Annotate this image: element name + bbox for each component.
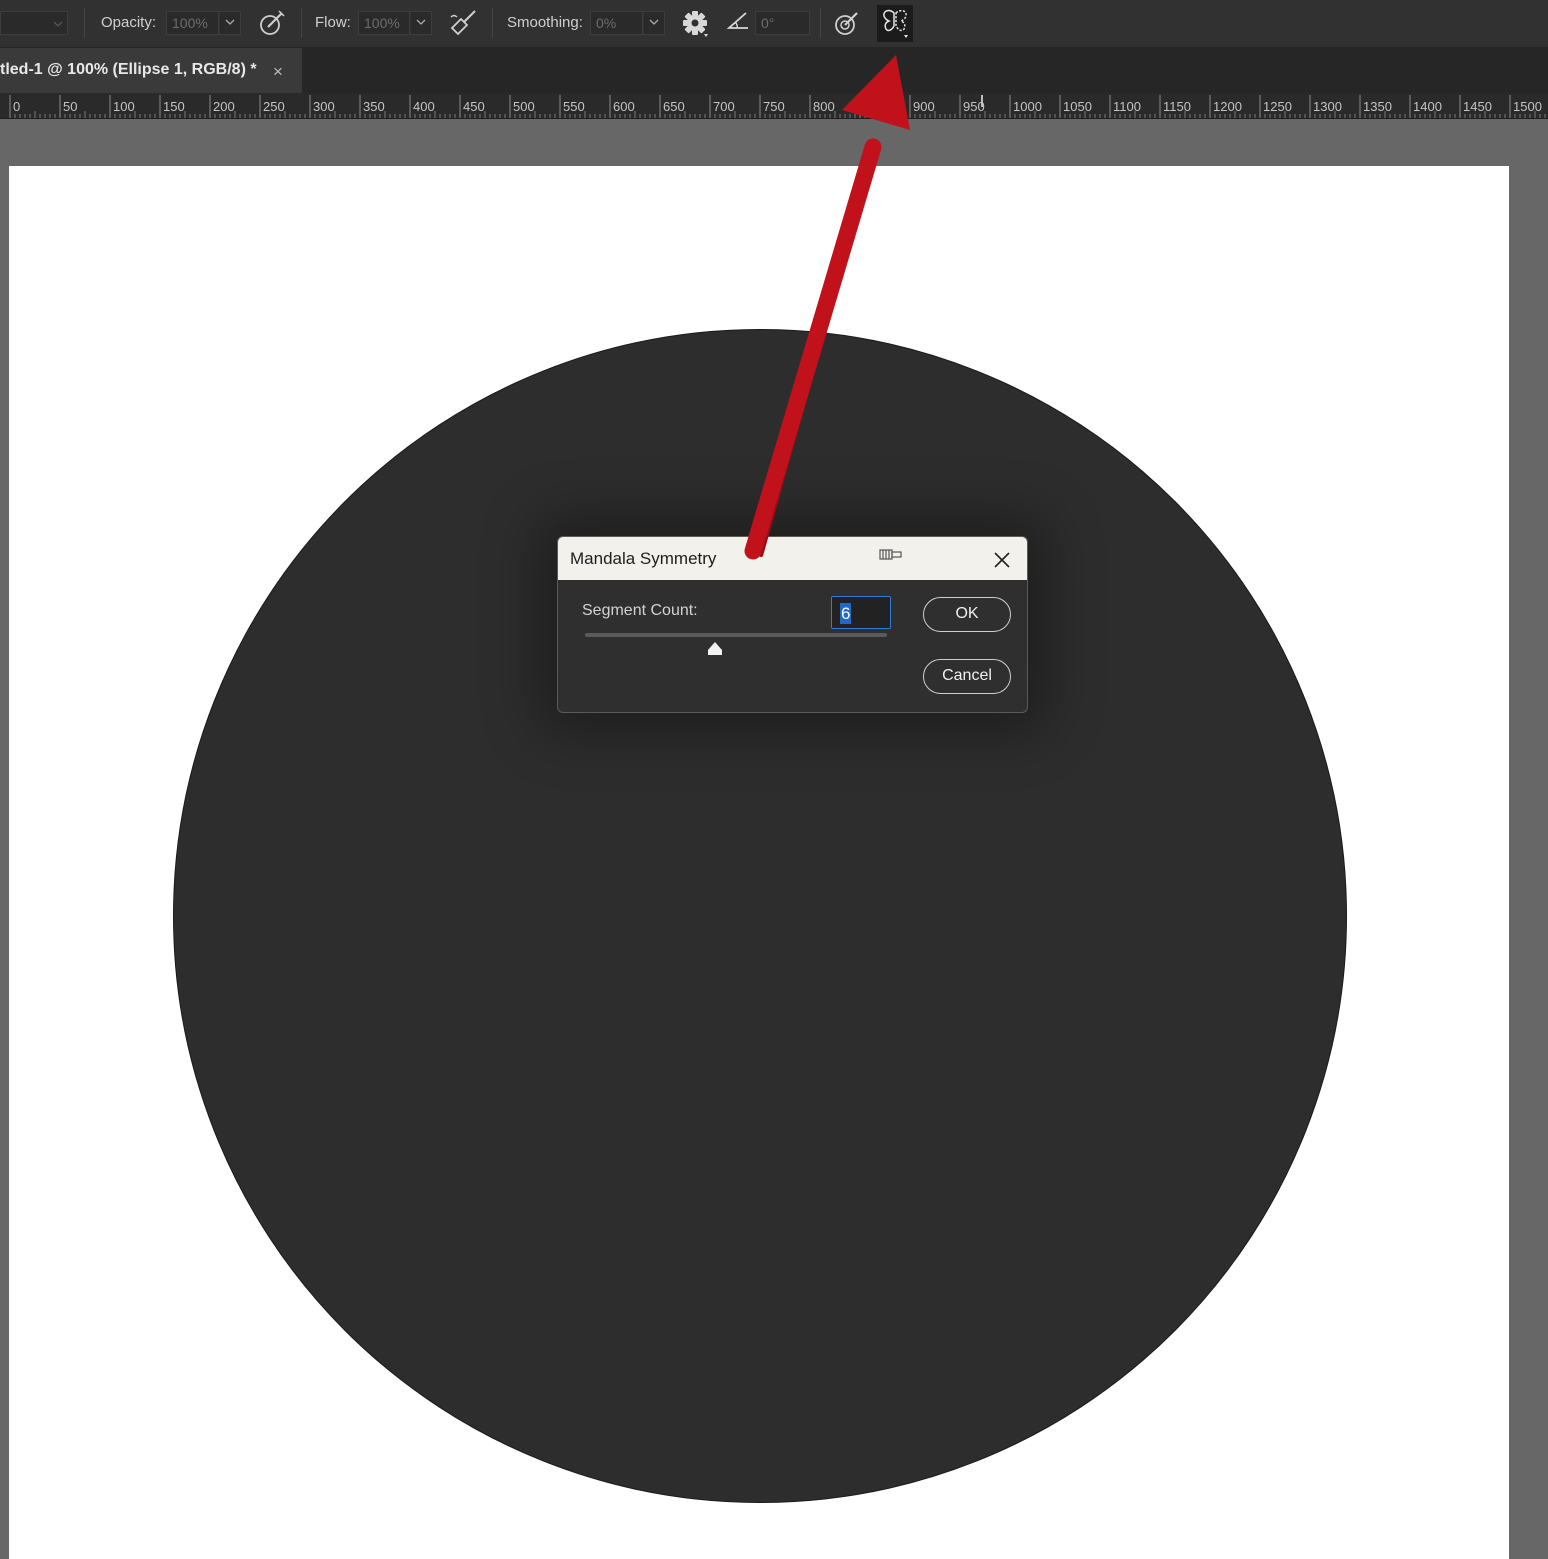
ruler-label: 150 bbox=[163, 99, 185, 114]
ruler-label: 700 bbox=[713, 99, 735, 114]
document-tab-title: tled-1 @ 100% (Ellipse 1, RGB/8) * bbox=[0, 61, 257, 78]
ruler-label: 950 bbox=[963, 99, 985, 114]
gear-icon[interactable] bbox=[680, 8, 710, 38]
opacity-dropdown[interactable] bbox=[219, 11, 241, 35]
ruler-label: 200 bbox=[213, 99, 235, 114]
ok-button[interactable]: OK bbox=[923, 597, 1011, 632]
pressure-opacity-icon[interactable] bbox=[257, 8, 287, 38]
slider-thumb[interactable] bbox=[707, 641, 723, 662]
ruler-label: 250 bbox=[263, 99, 285, 114]
close-icon[interactable] bbox=[990, 548, 1014, 572]
window-icon bbox=[879, 547, 903, 568]
document-tab[interactable]: tled-1 @ 100% (Ellipse 1, RGB/8) * × bbox=[0, 48, 302, 93]
divider bbox=[820, 8, 821, 38]
angle-icon bbox=[724, 8, 754, 38]
ruler-label: 300 bbox=[313, 99, 335, 114]
ruler-label: 100 bbox=[113, 99, 135, 114]
segment-count-value: 6 bbox=[840, 603, 852, 624]
options-bar: Opacity: 100% Flow: 100% Smoothing: 0% 0… bbox=[0, 0, 1548, 48]
flow-dropdown[interactable] bbox=[410, 11, 432, 35]
divider bbox=[492, 8, 493, 38]
ruler-label: 400 bbox=[413, 99, 435, 114]
ruler-label: 450 bbox=[463, 99, 485, 114]
dialog-title-bar[interactable]: Mandala Symmetry bbox=[558, 537, 1027, 580]
ruler-label: 1300 bbox=[1313, 99, 1342, 114]
ruler-label: 800 bbox=[813, 99, 835, 114]
ruler-label: 1050 bbox=[1063, 99, 1092, 114]
ruler-label: 1500 bbox=[1513, 99, 1542, 114]
ellipse-shape[interactable] bbox=[173, 329, 1347, 1503]
ruler-label: 750 bbox=[763, 99, 785, 114]
smoothing-label: Smoothing: bbox=[507, 14, 583, 31]
document-tab-bar: tled-1 @ 100% (Ellipse 1, RGB/8) * × bbox=[0, 48, 1548, 93]
ruler-label: 1450 bbox=[1463, 99, 1492, 114]
cancel-button[interactable]: Cancel bbox=[923, 659, 1011, 694]
flow-input[interactable]: 100% bbox=[358, 11, 410, 35]
segment-count-label: Segment Count: bbox=[582, 602, 698, 619]
airbrush-icon[interactable] bbox=[448, 8, 478, 38]
ruler-label: 550 bbox=[563, 99, 585, 114]
ruler-label: 1350 bbox=[1363, 99, 1392, 114]
ruler-label: 1250 bbox=[1263, 99, 1292, 114]
ruler-label: 1200 bbox=[1213, 99, 1242, 114]
mandala-symmetry-dialog: Mandala Symmetry Segment Count: 6 OK Can… bbox=[557, 536, 1028, 713]
ruler-label: 500 bbox=[513, 99, 535, 114]
ruler-label: 1100 bbox=[1113, 99, 1141, 114]
segment-count-input[interactable]: 6 bbox=[831, 596, 891, 629]
ruler-label: 600 bbox=[613, 99, 635, 114]
ruler-label: 650 bbox=[663, 99, 685, 114]
divider bbox=[84, 8, 85, 38]
ruler-label: 1000 bbox=[1013, 99, 1042, 114]
close-tab-icon[interactable]: × bbox=[273, 62, 283, 82]
brush-mode-dropdown[interactable] bbox=[0, 11, 68, 35]
pressure-size-icon[interactable] bbox=[832, 8, 862, 38]
segment-count-slider[interactable] bbox=[585, 633, 887, 637]
horizontal-ruler: 0 50 100 150 200 250 300 350 400 450 500 550 600 650 7… bbox=[0, 93, 1548, 119]
smoothing-dropdown[interactable] bbox=[643, 11, 665, 35]
opacity-label: Opacity: bbox=[101, 14, 157, 31]
ruler-label: 900 bbox=[913, 99, 935, 114]
flow-label: Flow: bbox=[315, 14, 351, 31]
opacity-input[interactable]: 100% bbox=[166, 11, 219, 35]
ruler-label: 1400 bbox=[1413, 99, 1442, 114]
dialog-title: Mandala Symmetry bbox=[570, 549, 717, 568]
angle-input[interactable]: 0° bbox=[755, 11, 810, 35]
butterfly-symmetry-icon[interactable] bbox=[877, 5, 913, 42]
ruler-label: 1150 bbox=[1163, 99, 1191, 114]
ruler-label: 850 bbox=[863, 99, 885, 114]
smoothing-input[interactable]: 0% bbox=[590, 11, 643, 35]
ruler-label: 350 bbox=[363, 99, 385, 114]
divider bbox=[301, 8, 302, 38]
ruler-label: 50 bbox=[63, 99, 78, 114]
ruler-label: 0 bbox=[13, 99, 21, 114]
